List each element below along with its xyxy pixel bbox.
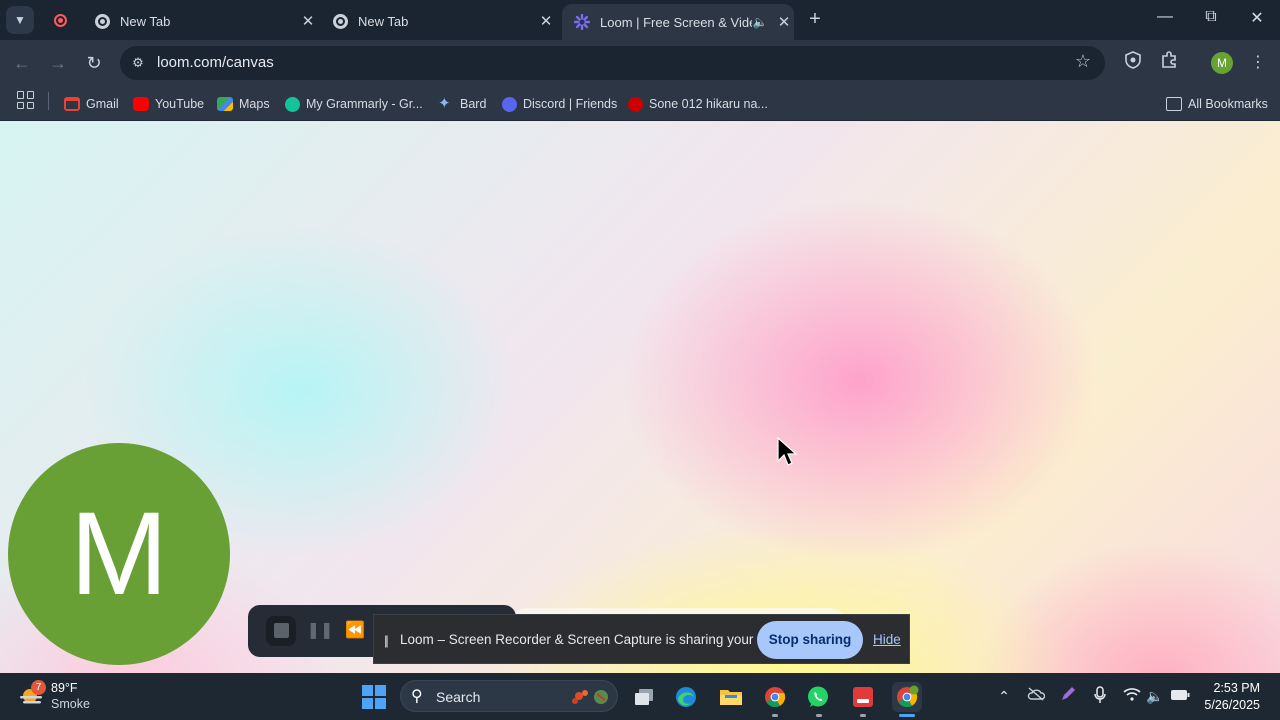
recording-tab-icon[interactable] [50, 10, 70, 30]
forward-button[interactable]: → [45, 50, 71, 76]
bookmark-youtube[interactable]: YouTube [133, 92, 204, 116]
tab-new-tab-2[interactable]: New Tab ✕ [320, 6, 556, 36]
chrome-taskbar-icon[interactable] [760, 682, 790, 712]
more-menu-icon[interactable]: ⋮ [1246, 51, 1270, 75]
browser-toolbar: ← → ↻ ⚙ loom.com/canvas ☆ M ⋮ [0, 40, 1280, 86]
mouse-cursor-icon [777, 437, 797, 466]
site-settings-icon[interactable]: ⚙ [128, 53, 148, 73]
red-app-icon[interactable] [848, 682, 878, 712]
bard-sparkle-icon: ✦ [438, 95, 451, 112]
clock-time[interactable]: 2:53 PM [1213, 681, 1260, 695]
taskbar-search[interactable]: ⚲ Search [400, 680, 618, 712]
address-bar[interactable]: ⚙ loom.com/canvas ☆ [120, 46, 1105, 80]
maps-icon [217, 97, 233, 111]
tab-label: New Tab [120, 13, 171, 29]
wifi-icon[interactable] [1122, 686, 1142, 706]
profile-avatar[interactable]: M [1211, 52, 1233, 74]
all-bookmarks-button[interactable]: All Bookmarks [1166, 92, 1268, 116]
edge-icon[interactable] [671, 682, 701, 712]
shield-extension-icon[interactable] [1121, 51, 1145, 75]
drag-handle-icon[interactable]: || [384, 633, 389, 648]
bookmark-star-icon[interactable]: ☆ [1075, 51, 1091, 72]
tab-label: New Tab [358, 13, 409, 29]
tab-new-tab-1[interactable]: New Tab ✕ [82, 6, 318, 36]
running-indicator [860, 714, 866, 717]
tab-strip: ▼ New Tab ✕ New Tab ✕ Loom | Free Screen… [0, 0, 1280, 40]
reload-button[interactable]: ↻ [81, 50, 107, 76]
close-window-button[interactable]: ✕ [1242, 8, 1272, 28]
windows-taskbar: 7 89°F Smoke ⚲ Search ⌃ 🔈 2:53 PM 5/26/2… [0, 673, 1280, 720]
discord-icon [502, 96, 517, 112]
sharing-message: Loom – Screen Recorder & Screen Capture … [400, 632, 802, 647]
weather-desc[interactable]: Smoke [51, 697, 90, 711]
search-icon: ⚲ [411, 688, 423, 705]
pause-icon[interactable]: ❚❚ [305, 616, 335, 646]
restore-button[interactable]: ⧉ [1196, 8, 1226, 26]
pen-icon[interactable] [1058, 686, 1078, 706]
bookmark-discord[interactable]: Discord | Friends [502, 92, 617, 116]
weather-temp[interactable]: 89°F [51, 681, 78, 695]
bookmark-gmail[interactable]: Gmail [64, 92, 119, 116]
task-view-icon[interactable] [629, 682, 659, 712]
bookmark-maps[interactable]: Maps [217, 92, 270, 116]
loom-icon [574, 14, 590, 30]
whatsapp-icon[interactable] [803, 682, 833, 712]
file-explorer-icon[interactable] [716, 682, 746, 712]
stop-recording-button[interactable] [266, 616, 296, 646]
clock-date[interactable]: 5/26/2025 [1204, 698, 1260, 712]
new-tab-button[interactable]: + [804, 8, 826, 30]
back-button[interactable]: ← [9, 50, 35, 76]
active-indicator [899, 714, 915, 717]
onedrive-icon[interactable] [1026, 686, 1046, 706]
battery-icon[interactable] [1170, 686, 1190, 706]
weather-badge: 7 [31, 680, 46, 695]
chrome-profile-taskbar-icon[interactable] [892, 682, 922, 712]
minimize-button[interactable]: — [1150, 8, 1180, 26]
loom-camera-avatar[interactable]: M [8, 443, 230, 665]
running-indicator [816, 714, 822, 717]
tab-label: Loom | Free Screen & Video Recording [600, 14, 752, 30]
chevron-down-icon: ▼ [14, 13, 26, 27]
bookmark-youtube-video[interactable]: Sone 012 hikaru na... [628, 92, 768, 116]
volume-icon[interactable]: 🔈 [1145, 686, 1165, 706]
close-icon[interactable]: ✕ [774, 13, 794, 31]
chevron-up-icon[interactable]: ⌃ [994, 686, 1014, 706]
windows-start-icon[interactable] [362, 685, 386, 709]
folder-icon [1166, 97, 1182, 111]
close-icon[interactable]: ✕ [536, 12, 556, 30]
bookmarks-divider [48, 92, 49, 110]
microphone-icon[interactable] [1090, 686, 1110, 706]
chrome-icon [332, 13, 348, 29]
grammarly-icon [285, 96, 300, 112]
chrome-icon [94, 13, 110, 29]
apps-grid-icon[interactable] [17, 91, 35, 109]
stop-sharing-button[interactable]: Stop sharing [757, 621, 863, 659]
running-indicator [772, 714, 778, 717]
bookmark-bard[interactable]: ✦ Bard [438, 92, 486, 116]
tab-search-button[interactable]: ▼ [6, 6, 34, 34]
search-highlight-icon [572, 690, 608, 704]
tab-loom[interactable]: Loom | Free Screen & Video Recording 🔈 ✕ [562, 4, 794, 40]
close-icon[interactable]: ✕ [298, 12, 318, 30]
youtube-icon [133, 97, 149, 111]
youtube-icon [628, 96, 643, 112]
gmail-icon [64, 97, 80, 111]
bookmark-grammarly[interactable]: My Grammarly - Gr... [285, 92, 423, 116]
url-text: loom.com/canvas [157, 54, 274, 71]
rewind-icon[interactable]: ⏪ [340, 616, 370, 646]
speaker-icon[interactable]: 🔈 [752, 15, 768, 29]
screen-sharing-bar: || Loom – Screen Recorder & Screen Captu… [373, 614, 910, 664]
hide-link[interactable]: Hide [873, 632, 901, 647]
extensions-puzzle-icon[interactable] [1157, 51, 1181, 75]
